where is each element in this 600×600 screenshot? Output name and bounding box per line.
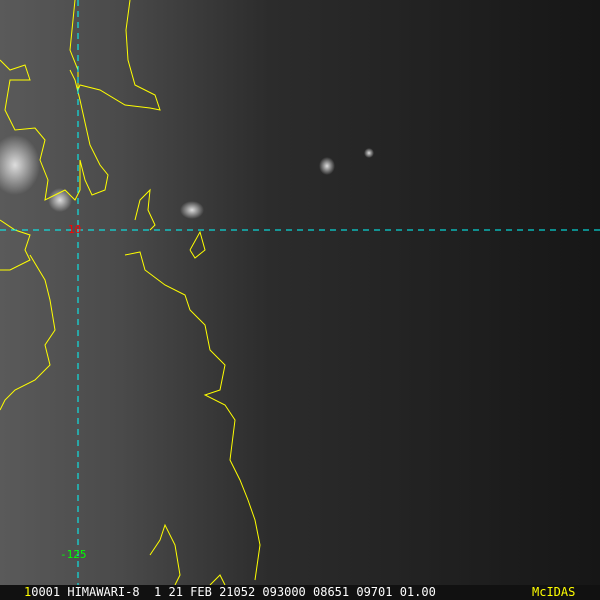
latitude-label: 10: [68, 223, 82, 236]
longitude-label: -125: [60, 548, 87, 561]
status-bar: 10001 HIMAWARI-8 1 21 FEB 21052 093000 0…: [0, 585, 600, 600]
imagery-background: [0, 0, 600, 600]
satellite-image-view: 10 -125 10001 HIMAWARI-8 1 21 FEB 21052 …: [0, 0, 600, 600]
image-info: 0001 HIMAWARI-8 1 21 FEB 21052 093000 08…: [31, 585, 436, 599]
satellite-map: [0, 0, 600, 600]
mcidas-logo: McIDAS: [532, 585, 576, 599]
